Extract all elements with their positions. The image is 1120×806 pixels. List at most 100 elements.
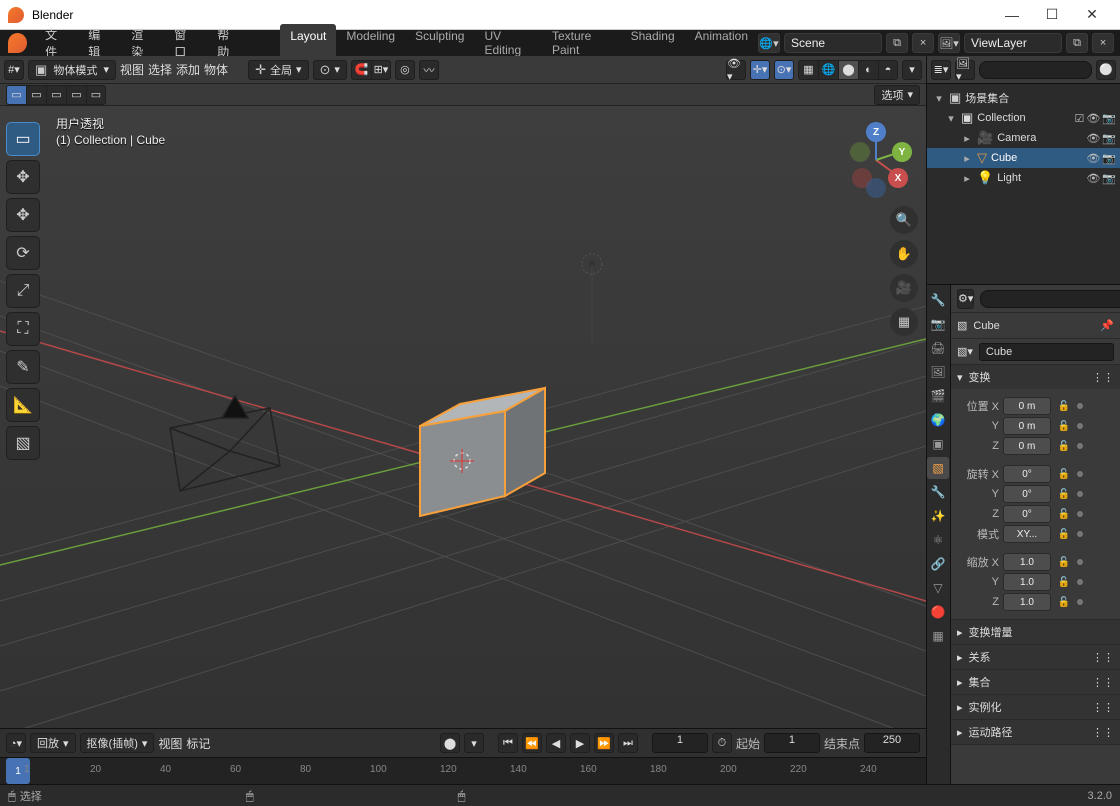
- anim-dot[interactable]: [1077, 471, 1083, 477]
- lock-icon[interactable]: 🔓: [1055, 485, 1073, 503]
- anim-dot[interactable]: [1077, 531, 1083, 537]
- axis-y[interactable]: Y: [892, 142, 912, 162]
- viewport-menu-add[interactable]: 添加: [176, 61, 200, 78]
- outliner-search[interactable]: [979, 61, 1092, 79]
- expand-icon[interactable]: ▸: [961, 152, 973, 165]
- lock-icon[interactable]: 🔓: [1055, 573, 1073, 591]
- loc-x[interactable]: 0 m: [1003, 397, 1051, 415]
- ptab-viewlayer[interactable]: 🖼: [927, 361, 949, 383]
- scene-delete-button[interactable]: ×: [912, 33, 934, 53]
- outliner-item-light[interactable]: ▸ 💡 Light 👁📷: [927, 168, 1120, 188]
- editor-type-icon[interactable]: #▾: [4, 60, 24, 80]
- preview-range-toggle[interactable]: ⏱: [712, 733, 732, 753]
- ptab-tool[interactable]: 🔧: [927, 289, 949, 311]
- selmode-extend[interactable]: ▭: [26, 85, 46, 105]
- anim-dot[interactable]: [1077, 491, 1083, 497]
- options-icon[interactable]: ⋮⋮: [1092, 651, 1114, 664]
- lock-icon[interactable]: 🔓: [1055, 505, 1073, 523]
- close-button[interactable]: ✕: [1072, 0, 1112, 30]
- expand-icon[interactable]: ▸: [961, 172, 973, 185]
- render-icon[interactable]: 📷: [1102, 132, 1116, 145]
- viewlayer-delete-button[interactable]: ×: [1092, 33, 1114, 53]
- checkbox-icon[interactable]: ☑: [1074, 112, 1084, 125]
- rot-mode[interactable]: XY...: [1003, 525, 1051, 543]
- eye-icon[interactable]: 👁: [1086, 172, 1100, 185]
- play-reverse[interactable]: ◀: [546, 733, 566, 753]
- timeline-marker-menu[interactable]: 标记: [186, 735, 210, 752]
- shading-material[interactable]: ◐: [858, 60, 878, 80]
- ptab-output[interactable]: 🖨: [927, 337, 949, 359]
- perspective-toggle[interactable]: ▦: [890, 308, 918, 336]
- minimize-button[interactable]: —: [992, 0, 1032, 30]
- loc-y[interactable]: 0 m: [1003, 417, 1051, 435]
- zoom-button[interactable]: 🔍: [890, 206, 918, 234]
- expand-icon[interactable]: ▾: [933, 92, 945, 105]
- pin-icon[interactable]: 📌: [1100, 319, 1114, 332]
- anim-dot[interactable]: [1077, 599, 1083, 605]
- xray-toggle[interactable]: ▦: [798, 60, 818, 80]
- proportional-edit-toggle[interactable]: ◎: [395, 60, 415, 80]
- autokey-dropdown[interactable]: ▾: [464, 733, 484, 753]
- tool-move[interactable]: ✥: [6, 198, 40, 232]
- section-relations[interactable]: ▸关系⋮⋮: [951, 645, 1120, 669]
- tool-select-box[interactable]: ▭: [6, 122, 40, 156]
- ptab-modifiers[interactable]: 🔧: [927, 481, 949, 503]
- lock-icon[interactable]: 🔓: [1055, 465, 1073, 483]
- viewport-menu-select[interactable]: 选择: [148, 61, 172, 78]
- lock-icon[interactable]: 🔓: [1055, 525, 1073, 543]
- scene-browse-icon[interactable]: 🌐▾: [758, 33, 780, 53]
- timeline-ruler[interactable]: 1 1 20 40 60 80 100 120 140 160 180 200 …: [0, 757, 926, 784]
- anim-dot[interactable]: [1077, 559, 1083, 565]
- jump-start[interactable]: ⏮: [498, 733, 518, 753]
- tool-rotate[interactable]: ⟳: [6, 236, 40, 270]
- lock-icon[interactable]: 🔓: [1055, 437, 1073, 455]
- timeline-playback-menu[interactable]: 回放▾: [30, 733, 76, 753]
- pivot-dropdown[interactable]: ⊙▾: [313, 60, 347, 80]
- pan-button[interactable]: ✋: [890, 240, 918, 268]
- jump-end[interactable]: ⏭: [618, 733, 638, 753]
- eye-icon[interactable]: 👁: [1086, 132, 1100, 145]
- autokey-toggle[interactable]: ⬤: [440, 733, 460, 753]
- render-icon[interactable]: 📷: [1102, 172, 1116, 185]
- section-collections[interactable]: ▸集合⋮⋮: [951, 670, 1120, 694]
- selmode-new[interactable]: ▭: [6, 85, 26, 105]
- data-name-field[interactable]: Cube: [979, 343, 1114, 361]
- tool-annotate[interactable]: ✎: [6, 350, 40, 384]
- loc-z[interactable]: 0 m: [1003, 437, 1051, 455]
- tool-measure[interactable]: 📐: [6, 388, 40, 422]
- section-transform[interactable]: ▾ 变换 ⋮⋮: [951, 365, 1120, 389]
- tool-scale[interactable]: ⤢: [6, 274, 40, 308]
- selmode-invert[interactable]: ▭: [66, 85, 86, 105]
- axis-neg-z[interactable]: [866, 178, 886, 198]
- properties-search[interactable]: [980, 290, 1120, 308]
- render-icon[interactable]: 📷: [1102, 112, 1116, 125]
- outliner-editor-type[interactable]: ≣▾: [931, 60, 951, 80]
- expand-icon[interactable]: ▸: [961, 132, 973, 145]
- scale-z[interactable]: 1.0: [1003, 593, 1051, 611]
- 3d-viewport[interactable]: 用户透视 (1) Collection | Cube ▭ ✥ ✥ ⟳ ⤢ ⛶ ✎…: [0, 106, 926, 728]
- section-instancing[interactable]: ▸实例化⋮⋮: [951, 695, 1120, 719]
- start-frame-field[interactable]: 1: [764, 733, 820, 753]
- nav-gizmo[interactable]: X Y Z: [840, 124, 912, 196]
- viewlayer-name-field[interactable]: ViewLayer: [964, 33, 1062, 53]
- ptab-constraints[interactable]: 🔗: [927, 553, 949, 575]
- play-forward[interactable]: ▶: [570, 733, 590, 753]
- scale-y[interactable]: 1.0: [1003, 573, 1051, 591]
- gizmo-toggle[interactable]: ✛▾: [750, 60, 770, 80]
- shading-wireframe[interactable]: 🌐: [818, 60, 838, 80]
- ptab-data[interactable]: ▽: [927, 577, 949, 599]
- axis-z[interactable]: Z: [866, 122, 886, 142]
- overlay-toggle[interactable]: ⊙▾: [774, 60, 794, 80]
- timeline-editor-type[interactable]: ◔▾: [6, 733, 26, 753]
- blender-icon[interactable]: [8, 33, 27, 53]
- ptab-material[interactable]: 🔴: [927, 601, 949, 623]
- outliner-filter[interactable]: ⚪: [1096, 60, 1116, 80]
- end-frame-field[interactable]: 250: [864, 733, 920, 753]
- current-frame-field[interactable]: 1: [652, 733, 708, 753]
- visibility-dropdown[interactable]: 👁▾: [726, 60, 746, 80]
- tool-cursor[interactable]: ✥: [6, 160, 40, 194]
- shading-rendered[interactable]: ◓: [878, 60, 898, 80]
- camera-view-button[interactable]: 🎥: [890, 274, 918, 302]
- options-icon[interactable]: ⋮⋮: [1092, 371, 1114, 384]
- rot-y[interactable]: 0°: [1003, 485, 1051, 503]
